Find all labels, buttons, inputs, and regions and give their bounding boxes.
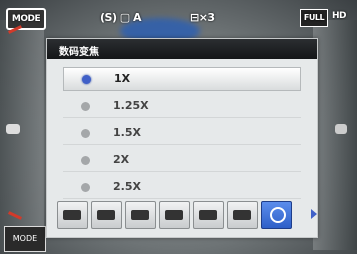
zoom-option-label: 1.5X <box>113 126 141 139</box>
zoom-icon[interactable] <box>261 201 292 229</box>
viewfinder-right-shade <box>313 20 357 250</box>
bottom-mode-icon[interactable]: MODE <box>4 226 46 252</box>
radio-icon <box>81 129 90 138</box>
landscape-icon[interactable] <box>57 201 88 229</box>
menu-title: 数码变焦 <box>59 47 99 58</box>
zoom-option-label: 1X <box>114 72 131 85</box>
zoom-option[interactable]: 1.25X <box>63 95 301 118</box>
right-side-icon <box>335 124 347 134</box>
shooting-mode-icon[interactable]: MODE <box>6 8 46 30</box>
zoom-option-label: 2X <box>113 153 130 166</box>
macro-icon[interactable] <box>193 201 224 229</box>
viewfinder-left-shade <box>0 20 44 250</box>
zoom-option-label: 2.5X <box>113 180 141 193</box>
image-quality-label: HD <box>332 11 347 21</box>
radio-icon <box>81 102 90 111</box>
radio-icon <box>81 183 90 192</box>
building-icon[interactable] <box>159 201 190 229</box>
image-size-icon: FULL <box>300 9 328 27</box>
zoom-options-list: 1X 1.25X 1.5X 2X 2.5X <box>63 67 301 203</box>
zoom-option[interactable]: 2.5X <box>63 176 301 199</box>
zoom-option[interactable]: 1.5X <box>63 122 301 145</box>
next-arrow-icon[interactable] <box>311 209 317 219</box>
digital-zoom-menu: 数码变焦 1X 1.25X 1.5X 2X 2.5X <box>46 38 318 238</box>
camera-icon[interactable] <box>227 201 258 229</box>
status-bar: MODE (S) ▢ A ⊟×3 FULL HD <box>0 0 357 34</box>
zoom-option-label: 1.25X <box>113 99 149 112</box>
radio-icon <box>81 156 90 165</box>
zoom-option[interactable]: 2X <box>63 149 301 172</box>
left-side-icon <box>6 124 20 134</box>
timer-icon: ⊟×3 <box>190 11 215 24</box>
flash-icon: (S) ▢ A <box>100 11 142 24</box>
menu-header: 数码变焦 <box>47 39 317 59</box>
mountain-icon[interactable] <box>91 201 122 229</box>
radio-selected-icon <box>82 75 91 84</box>
scene-toolbar <box>57 201 309 229</box>
zoom-option[interactable]: 1X <box>63 67 301 91</box>
scene-icon[interactable] <box>125 201 156 229</box>
